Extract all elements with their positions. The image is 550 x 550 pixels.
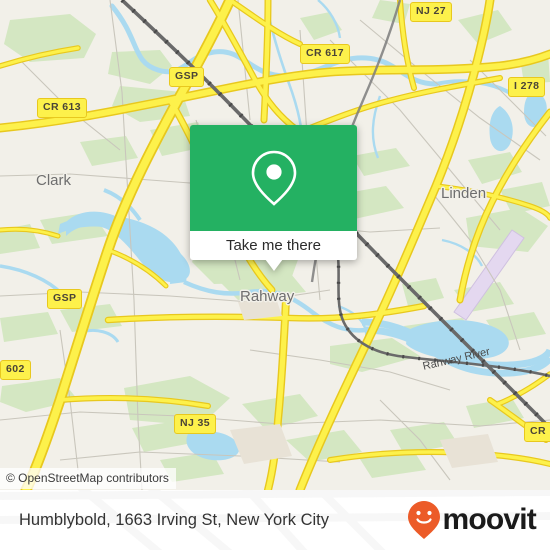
place-label-rahway: Rahway bbox=[240, 288, 295, 305]
map-pin-icon bbox=[251, 150, 296, 206]
road-shield-nj35: NJ 35 bbox=[174, 414, 217, 434]
popup-pointer bbox=[264, 259, 283, 271]
road-shield-i278: I 278 bbox=[508, 77, 546, 97]
road-shield-cr-east: CR bbox=[524, 422, 550, 442]
place-label-linden: Linden bbox=[441, 185, 487, 202]
road-shield-cr613: CR 613 bbox=[37, 98, 88, 118]
moovit-pin-icon bbox=[408, 501, 441, 539]
road-shield-nj27: NJ 27 bbox=[410, 2, 453, 22]
road-shield-gsp-top: GSP bbox=[169, 67, 205, 87]
place-label-clark: Clark bbox=[36, 172, 72, 189]
map-canvas[interactable]: Clark Rahway Linden Rahway River NJ 27 C… bbox=[0, 0, 550, 490]
location-popup-card[interactable]: Take me there bbox=[190, 125, 357, 271]
road-shield-gsp-mid: GSP bbox=[47, 289, 83, 309]
road-shield-cr617: CR 617 bbox=[300, 44, 351, 64]
map-screenshot: Clark Rahway Linden Rahway River NJ 27 C… bbox=[0, 0, 550, 550]
bottom-info-bar: Humblybold, 1663 Irving St, New York Cit… bbox=[0, 490, 550, 550]
moovit-logo: moovit bbox=[407, 500, 537, 540]
location-address: Humblybold, 1663 Irving St, New York Cit… bbox=[19, 510, 329, 529]
moovit-wordmark: moovit bbox=[442, 503, 536, 536]
popup-action-area[interactable]: Take me there bbox=[190, 231, 357, 271]
take-me-there-button[interactable]: Take me there bbox=[226, 237, 321, 254]
road-shield-602: 602 bbox=[0, 360, 31, 380]
popup-icon-area bbox=[190, 125, 357, 231]
osm-attribution[interactable]: © OpenStreetMap contributors bbox=[0, 468, 176, 489]
